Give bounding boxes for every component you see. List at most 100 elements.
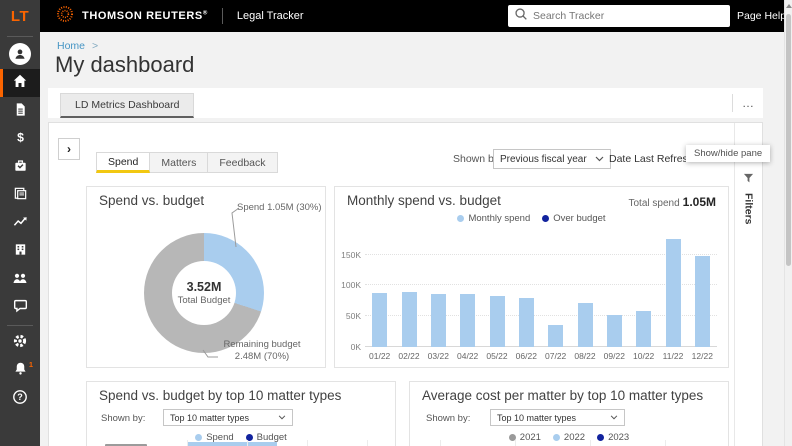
bell-icon xyxy=(13,361,28,381)
product-name: Legal Tracker xyxy=(236,10,304,22)
briefcase-icon xyxy=(13,158,28,178)
chart-title: Spend vs. budget by top 10 matter types xyxy=(99,388,342,403)
spend-by-matter-type-card: Spend vs. budget by top 10 matter types … xyxy=(86,381,396,446)
vertical-scrollbar[interactable] xyxy=(784,0,792,446)
x-axis-tick: 01/22 xyxy=(369,351,391,361)
y-axis-tick: 0K xyxy=(350,342,361,352)
brand-name: THOMSON REUTERS® xyxy=(82,10,208,22)
shown-by-dropdown[interactable]: Previous fiscal year xyxy=(493,149,611,169)
legend-dot-icon xyxy=(195,434,203,441)
legend-dot-icon xyxy=(457,215,465,222)
x-axis-tick: 07/22 xyxy=(545,351,567,361)
nav-settings[interactable] xyxy=(0,330,40,356)
brand-group: THOMSON REUTERS® Legal Tracker xyxy=(56,0,304,32)
search-box[interactable] xyxy=(508,5,730,27)
monthly-bar-10/22[interactable] xyxy=(636,311,652,347)
expand-pane-button[interactable]: › xyxy=(58,138,80,160)
spend-vs-budget-card: Spend vs. budget 3.52M Total Budget Spen… xyxy=(86,186,326,368)
monthly-bar-09/22[interactable] xyxy=(606,314,622,347)
gridline xyxy=(365,253,717,255)
legend-item[interactable]: 2023 xyxy=(597,432,629,443)
legend-dot-icon xyxy=(597,434,605,441)
monthly-bar-01/22[interactable] xyxy=(372,292,388,347)
spend-callout: Spend 1.05M (30%) xyxy=(237,202,322,213)
shown-by-label: Shown by: xyxy=(426,413,471,424)
tab-feedback[interactable]: Feedback xyxy=(208,152,278,173)
monthly-bar-07/22[interactable] xyxy=(548,325,564,347)
gear-icon xyxy=(12,333,28,354)
x-axis-tick: 10/22 xyxy=(633,351,655,361)
legend-dot-icon xyxy=(542,215,550,222)
filter-funnel-icon xyxy=(743,171,754,189)
trend-chart-icon xyxy=(13,214,28,234)
x-axis-tick: 09/22 xyxy=(603,351,625,361)
tab-spend[interactable]: Spend xyxy=(96,152,151,173)
nav-analytics[interactable] xyxy=(0,211,40,237)
remaining-budget-callout: Remaining budget 2.48M (70%) xyxy=(223,339,301,362)
page-help-link[interactable]: Page Help xyxy=(737,0,786,32)
left-nav-rail: $ 1 ? xyxy=(0,32,40,446)
breadcrumb-home-link[interactable]: Home xyxy=(57,40,85,52)
nav-spend[interactable]: $ xyxy=(0,127,40,153)
chevron-down-icon xyxy=(595,156,604,162)
breadcrumb: Home > xyxy=(57,40,98,52)
monthly-bar-05/22[interactable] xyxy=(489,296,505,347)
gridline xyxy=(367,440,368,446)
donut-total-value: 3.52M xyxy=(186,280,222,294)
nav-documents[interactable] xyxy=(0,99,40,125)
matter-types-dropdown[interactable]: Top 10 matter types xyxy=(163,409,293,426)
tab-ld-metrics-dashboard[interactable]: LD Metrics Dashboard xyxy=(60,93,195,118)
legend-label: 2023 xyxy=(608,432,630,443)
tab-matters[interactable]: Matters xyxy=(150,152,209,173)
scrollbar-thumb[interactable] xyxy=(786,14,791,266)
svg-text:$: $ xyxy=(17,131,24,145)
legend-item[interactable]: Monthly spend xyxy=(457,213,530,224)
monthly-bar-04/22[interactable] xyxy=(460,294,476,347)
chart-title: Spend vs. budget xyxy=(99,193,205,208)
legend-item[interactable]: 2021 xyxy=(508,432,541,443)
nav-people[interactable] xyxy=(0,267,40,293)
monthly-plot: 0K 50K 100K 150K 01/22 02/22 03/22 04/22 05/22 06… xyxy=(341,233,717,361)
dashboard-tabstrip: LD Metrics Dashboard … xyxy=(48,88,763,118)
partial-horizontal-bar[interactable] xyxy=(187,442,277,446)
x-axis-tick: 05/22 xyxy=(486,351,508,361)
nav-matters[interactable] xyxy=(0,155,40,181)
legend-item[interactable]: 2022 xyxy=(552,432,585,443)
nav-help[interactable]: ? xyxy=(0,386,40,412)
monthly-bar-02/22[interactable] xyxy=(401,291,417,347)
svg-text:?: ? xyxy=(17,392,23,402)
notification-badge: 1 xyxy=(28,360,33,369)
tabstrip-divider xyxy=(732,94,733,112)
monthly-bar-12/22[interactable] xyxy=(694,256,710,347)
filters-pane-label[interactable]: Filters xyxy=(743,193,755,225)
nav-notifications[interactable]: 1 xyxy=(0,358,40,384)
filters-pane-collapsed[interactable]: « Filters xyxy=(734,123,762,446)
gridline xyxy=(247,440,248,446)
nav-news[interactable] xyxy=(0,183,40,209)
gridline xyxy=(365,346,717,347)
search-input[interactable] xyxy=(533,10,724,22)
donut-total-label: Total Budget xyxy=(177,295,231,306)
donut-center: 3.52M Total Budget xyxy=(172,261,236,325)
monthly-bar-03/22[interactable] xyxy=(430,294,446,347)
show-hide-pane-tooltip: Show/hide pane xyxy=(686,145,771,162)
nav-firms[interactable] xyxy=(0,239,40,265)
monthly-bar-08/22[interactable] xyxy=(577,302,593,347)
nav-user-avatar[interactable] xyxy=(0,41,40,67)
x-axis-tick: 08/22 xyxy=(574,351,596,361)
legend-item[interactable]: Over budget xyxy=(542,213,606,224)
nav-divider xyxy=(7,325,33,326)
nav-messages[interactable] xyxy=(0,295,40,321)
nav-home[interactable] xyxy=(0,69,40,97)
monthly-bar-11/22[interactable] xyxy=(665,239,681,347)
scroll-up-arrow-icon[interactable] xyxy=(786,4,792,8)
monthly-bar-06/22[interactable] xyxy=(518,297,534,347)
more-options-button[interactable]: … xyxy=(742,88,755,118)
x-axis-tick: 03/22 xyxy=(427,351,449,361)
y-axis-tick: 50K xyxy=(345,311,361,322)
matter-types-dropdown[interactable]: Top 10 matter types xyxy=(490,409,625,426)
lt-logo[interactable]: LT xyxy=(0,0,40,32)
dollar-icon: $ xyxy=(13,130,28,150)
brand-divider xyxy=(221,8,223,24)
y-axis-tick: 100K xyxy=(341,280,361,291)
